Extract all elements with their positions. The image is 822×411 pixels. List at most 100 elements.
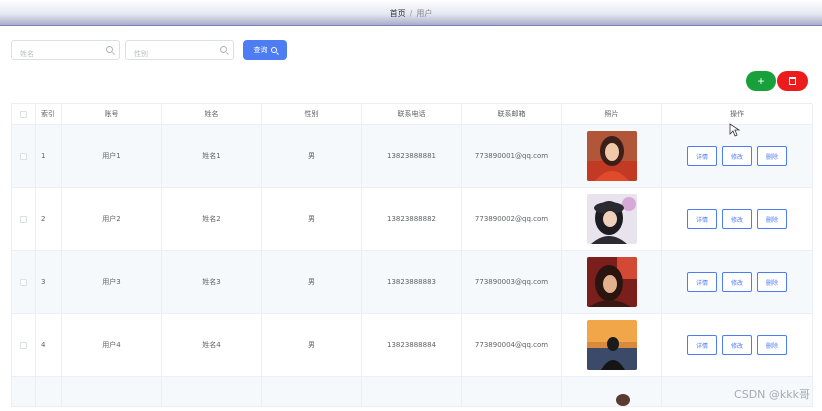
select-all-checkbox[interactable] [20,110,27,118]
detail-button[interactable]: 详情 [687,272,717,292]
user-photo[interactable] [586,131,637,181]
cell-index: 2 [36,188,62,251]
edit-button[interactable]: 修改 [722,272,752,292]
column-header-gender: 性别 [262,104,362,125]
detail-button[interactable]: 详情 [687,335,717,355]
breadcrumb-separator: / [409,9,413,18]
trash-icon [789,77,796,85]
photo-cell [562,188,662,251]
mouse-cursor-icon [729,123,741,137]
delete-button[interactable]: 删除 [757,146,787,166]
row-checkbox[interactable] [20,152,27,160]
top-header: 首页 / 用户 [0,0,822,26]
row-checkbox[interactable] [20,341,27,349]
table-row: 4 用户4 姓名4 男 13823888884 773890004@qq.com… [12,314,813,377]
column-header-photo: 照片 [562,104,662,125]
cell-gender: 男 [262,251,362,314]
cell-name: 姓名2 [162,188,262,251]
cell-phone: 13823888881 [362,125,462,188]
cell-name: 姓名4 [162,314,262,377]
name-search-input[interactable] [12,45,102,63]
detail-button[interactable]: 详情 [687,209,717,229]
cell-gender: 男 [262,188,362,251]
cell-gender: 男 [262,125,362,188]
select-all-cell [12,104,36,125]
actions-cell: 详情 修改 删除 [662,314,813,377]
user-photo[interactable] [587,377,637,406]
row-select-cell [12,188,36,251]
cell-index: 4 [36,314,62,377]
cell-account: 用户4 [62,314,162,377]
cell-account: 用户2 [62,188,162,251]
photo-cell [562,314,662,377]
batch-delete-button[interactable] [777,71,808,91]
edit-button[interactable]: 修改 [722,335,752,355]
column-header-name: 姓名 [162,104,262,125]
cell-email: 773890002@qq.com [462,188,562,251]
cell-email: 773890001@qq.com [462,125,562,188]
delete-button[interactable]: 删除 [757,335,787,355]
cell-index: 3 [36,251,62,314]
cell-phone: 13823888884 [362,314,462,377]
row-select-cell [12,125,36,188]
cell-index [36,377,62,407]
cell-index: 1 [36,125,62,188]
row-checkbox[interactable] [20,278,27,286]
cell-gender [262,377,362,407]
cell-gender: 男 [262,314,362,377]
user-photo[interactable] [586,194,637,244]
photo-cell [562,377,662,407]
cell-phone: 13823888883 [362,251,462,314]
column-header-account: 账号 [62,104,162,125]
detail-button[interactable]: 详情 [687,146,717,166]
add-button[interactable]: + [746,71,776,91]
cell-account: 用户1 [62,125,162,188]
breadcrumb-current: 用户 [416,9,433,18]
cell-email: 773890004@qq.com [462,314,562,377]
search-icon [270,47,277,53]
user-photo[interactable] [586,320,637,370]
cell-account [62,377,162,407]
table-row: 2 用户2 姓名2 男 13823888882 773890002@qq.com… [12,188,813,251]
cell-name [162,377,262,407]
row-select-cell [12,377,36,407]
table-row: 3 用户3 姓名3 男 13823888883 773890003@qq.com… [12,251,813,314]
watermark: CSDN @kkk哥 [734,388,810,401]
breadcrumb-home[interactable]: 首页 [390,9,406,18]
table-body: 1 用户1 姓名1 男 13823888881 773890001@qq.com… [12,125,813,407]
column-header-index: 索引 [36,104,62,125]
row-select-cell [12,251,36,314]
table-row [12,377,813,407]
cell-name: 姓名3 [162,251,262,314]
delete-button[interactable]: 删除 [757,209,787,229]
table-header: 索引 账号 姓名 性别 联系电话 联系邮箱 照片 操作 [12,104,813,125]
gender-search-input[interactable] [126,45,216,63]
gender-search-field[interactable] [125,40,234,63]
cell-email: 773890003@qq.com [462,251,562,314]
cell-phone [362,377,462,407]
actions-cell: 详情 修改 删除 [662,251,813,314]
user-table: 索引 账号 姓名 性别 联系电话 联系邮箱 照片 操作 1 用户1 姓名1 男 … [11,103,813,407]
photo-cell [562,251,662,314]
cell-phone: 13823888882 [362,188,462,251]
cell-email [462,377,562,407]
name-search-field[interactable] [11,40,120,63]
delete-button[interactable]: 删除 [757,272,787,292]
cell-name: 姓名1 [162,125,262,188]
edit-button[interactable]: 修改 [722,146,752,166]
edit-button[interactable]: 修改 [722,209,752,229]
table-row: 1 用户1 姓名1 男 13823888881 773890001@qq.com… [12,125,813,188]
query-button[interactable]: 查询 [243,40,287,60]
search-icon [220,46,227,53]
breadcrumb: 首页 / 用户 [0,8,822,19]
photo-cell [562,125,662,188]
row-checkbox[interactable] [20,215,27,223]
actions-cell: 详情 修改 删除 [662,188,813,251]
column-header-phone: 联系电话 [362,104,462,125]
user-photo[interactable] [586,257,637,307]
search-bar: 查询 [11,40,287,63]
row-select-cell [12,314,36,377]
column-header-actions: 操作 [662,104,813,125]
query-button-label: 查询 [253,46,268,54]
column-header-email: 联系邮箱 [462,104,562,125]
